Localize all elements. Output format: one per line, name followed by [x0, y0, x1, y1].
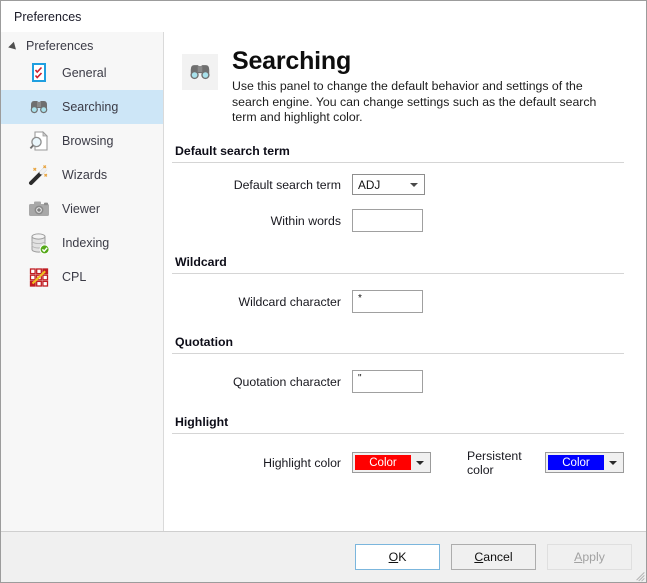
- tree-root-label: Preferences: [26, 39, 94, 53]
- field-label: Wildcard character: [238, 294, 341, 309]
- section-default-search-term: Default search term Default search term …: [172, 144, 624, 235]
- panel-description: Use this panel to change the default beh…: [232, 79, 597, 124]
- panel-header: Searching Use this panel to change the d…: [164, 32, 646, 126]
- section-title: Wildcard: [175, 254, 227, 269]
- checklist-icon: [25, 59, 53, 87]
- apply-button: Apply: [547, 544, 632, 570]
- sidebar-item-browsing[interactable]: Browsing: [1, 124, 163, 158]
- section-divider: [172, 352, 624, 354]
- sidebar-item-label: General: [62, 66, 107, 80]
- sidebar-item-label: Wizards: [62, 168, 108, 182]
- preferences-window: Preferences Preferences General Searchin…: [0, 0, 647, 583]
- dialog-button-bar: OK Cancel Apply: [1, 531, 646, 582]
- section-wildcard: Wildcard Wildcard character *: [172, 255, 624, 316]
- field-label: Highlight color: [263, 455, 341, 470]
- sidebar-item-general[interactable]: General: [1, 56, 163, 90]
- document-search-icon: [25, 127, 53, 155]
- default-search-term-combobox[interactable]: ADJ: [352, 174, 425, 195]
- binoculars-icon: [25, 93, 53, 121]
- ok-label-rest: K: [398, 550, 407, 564]
- ok-accel: O: [388, 550, 399, 564]
- chevron-down-icon[interactable]: [604, 455, 621, 470]
- sidebar-item-cpl[interactable]: CPL: [1, 260, 163, 294]
- tree-root-preferences[interactable]: Preferences: [1, 36, 163, 56]
- field-highlight-colors: Highlight color Color Persistent color C…: [172, 449, 624, 477]
- persistent-color-label: Persistent color: [467, 448, 522, 477]
- section-highlight: Highlight Highlight color Color Persiste…: [172, 415, 624, 477]
- sidebar-item-label: Searching: [62, 100, 119, 114]
- color-swatch: Color: [548, 455, 604, 470]
- field-within-words: Within words: [172, 207, 624, 235]
- sidebar-item-wizards[interactable]: Wizards: [1, 158, 163, 192]
- searching-panel: Searching Use this panel to change the d…: [164, 32, 646, 531]
- persistent-color-button[interactable]: Color: [545, 452, 624, 473]
- cpl-grid-icon: [25, 263, 53, 291]
- window-title: Preferences: [14, 9, 82, 24]
- magic-wand-icon: [25, 161, 53, 189]
- cancel-button[interactable]: Cancel: [451, 544, 536, 570]
- within-words-input[interactable]: [352, 209, 423, 232]
- cancel-accel: C: [474, 550, 484, 564]
- sidebar-item-searching[interactable]: Searching: [1, 90, 163, 124]
- field-default-search-term: Default search term ADJ: [172, 171, 624, 199]
- preferences-sidebar: Preferences General Searching Browsing W…: [1, 32, 164, 531]
- binoculars-icon: [182, 54, 218, 90]
- sidebar-item-viewer[interactable]: Viewer: [1, 192, 163, 226]
- combobox-value: ADJ: [358, 177, 381, 192]
- field-wildcard-character: Wildcard character *: [172, 288, 624, 316]
- section-title: Highlight: [175, 414, 229, 429]
- panel-header-text: Searching Use this panel to change the d…: [232, 46, 604, 126]
- ok-button[interactable]: OK: [355, 544, 440, 570]
- field-label: Within words: [270, 213, 341, 228]
- color-swatch: Color: [355, 455, 411, 470]
- highlight-color-button[interactable]: Color: [352, 452, 431, 473]
- section-divider: [172, 161, 624, 163]
- quotation-character-input[interactable]: ": [352, 370, 423, 393]
- section-title: Default search term: [175, 143, 290, 158]
- section-divider: [172, 272, 624, 274]
- field-quotation-character: Quotation character ": [172, 368, 624, 396]
- database-check-icon: [25, 229, 53, 257]
- title-bar: Preferences: [1, 1, 646, 32]
- page-title: Searching: [232, 47, 352, 75]
- camera-icon: [25, 195, 53, 223]
- sidebar-item-label: Viewer: [62, 202, 100, 216]
- apply-label-rest: pply: [582, 550, 605, 564]
- chevron-down-icon[interactable]: [411, 455, 428, 470]
- window-body: Preferences General Searching Browsing W…: [1, 32, 646, 531]
- sidebar-item-label: Indexing: [62, 236, 110, 250]
- resize-grip-icon[interactable]: [632, 568, 645, 582]
- field-label: Quotation character: [232, 374, 341, 389]
- section-quotation: Quotation Quotation character ": [172, 335, 624, 396]
- wildcard-character-input[interactable]: *: [352, 290, 423, 313]
- sidebar-item-label: Browsing: [62, 134, 114, 148]
- sidebar-item-label: CPL: [62, 270, 87, 284]
- chevron-down-icon[interactable]: [410, 182, 418, 187]
- section-divider: [172, 432, 624, 434]
- sidebar-item-indexing[interactable]: Indexing: [1, 226, 163, 260]
- chevron-expanded-icon[interactable]: [9, 41, 20, 52]
- cancel-label-rest: ancel: [483, 550, 513, 564]
- field-label: Default search term: [233, 177, 341, 192]
- section-title: Quotation: [175, 334, 234, 349]
